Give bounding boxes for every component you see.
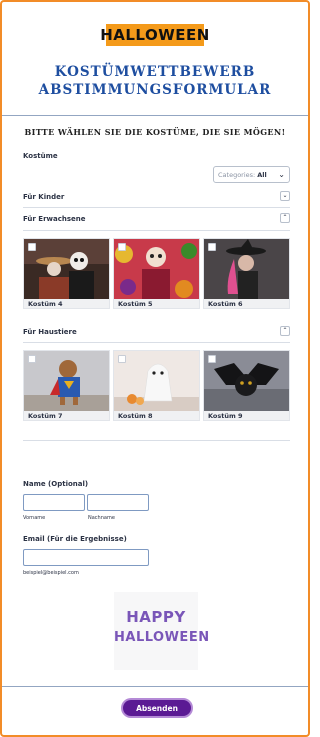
costume-checkbox[interactable] [118,355,126,363]
costume-photo [204,351,289,411]
costume-label: Kostüm 6 [208,300,243,308]
section-divider [23,207,290,208]
name-label: Name (Optional) [23,480,89,488]
costume-photo [24,351,109,411]
section-title: Für Haustiere [23,328,77,336]
section-title: Für Kinder [23,193,65,201]
last-name-input[interactable] [87,494,149,511]
section-header-kinder[interactable]: Für Kinder ⌄ [23,191,290,205]
section-divider [23,342,290,343]
costume-checkbox[interactable] [118,243,126,251]
costume-card-7[interactable]: Kostüm 7 [23,350,110,421]
halloween-logo-text: HALLOWEEN [100,24,210,46]
costume-card-5[interactable]: Kostüm 5 [113,238,200,309]
email-sublabel: beispiel@beispiel.com [23,570,79,576]
costume-card-4[interactable]: Kostüm 4 [23,238,110,309]
costume-photo [114,351,199,411]
costume-label: Kostüm 7 [28,412,63,420]
costume-card-8[interactable]: Kostüm 8 [113,350,200,421]
chevron-up-icon[interactable]: ⌃ [280,213,290,223]
costume-label: Kostüm 4 [28,300,63,308]
instruction-text: BITTE WÄHLEN SIE DIE KOSTÜME, DIE SIE MÖ… [24,127,286,137]
category-select-value: All [257,170,267,179]
chevron-down-icon: ⌄ [278,170,285,179]
costume-checkbox[interactable] [208,243,216,251]
footer-divider [2,686,308,687]
section-divider [23,230,290,231]
form-title-line2: ABSTIMMUNGSFORMULAR [38,82,272,98]
email-input[interactable] [23,549,149,566]
first-name-sublabel: Vorname [23,515,46,521]
costume-photo [204,239,289,299]
costumes-label: Kostüme [23,152,58,160]
halloween-logo: HALLOWEEN [100,24,210,46]
section-header-erwachsene[interactable]: Für Erwachsene ⌃ [23,213,290,227]
chevron-up-icon[interactable]: ⌃ [280,326,290,336]
happy-text: HAPPY [126,608,186,626]
happy-halloween-image: HAPPY HALLOWEEN [114,592,210,670]
costume-photo [114,239,199,299]
category-select-prefix: Categories: [218,170,256,179]
costume-label: Kostüm 5 [118,300,153,308]
costume-photo [24,239,109,299]
costume-checkbox[interactable] [28,355,36,363]
chevron-down-icon[interactable]: ⌄ [280,191,290,201]
first-name-input[interactable] [23,494,85,511]
last-name-sublabel: Nachname [88,515,115,521]
submit-button[interactable]: Absenden [121,698,193,718]
halloween-text: HALLOWEEN [114,630,210,645]
email-label: Email (Für die Ergebnisse) [23,535,127,543]
category-select[interactable]: Categories: All ⌄ [213,166,290,183]
costume-checkbox[interactable] [208,355,216,363]
form-title-line1: KOSTÜMWETTBEWERB [54,64,256,80]
section-title: Für Erwachsene [23,215,86,223]
costume-card-9[interactable]: Kostüm 9 [203,350,290,421]
costume-card-6[interactable]: Kostüm 6 [203,238,290,309]
costume-checkbox[interactable] [28,243,36,251]
section-divider [23,440,290,441]
header-divider [2,115,308,116]
section-header-haustiere[interactable]: Für Haustiere ⌃ [23,326,290,340]
costume-label: Kostüm 8 [118,412,153,420]
costume-label: Kostüm 9 [208,412,243,420]
